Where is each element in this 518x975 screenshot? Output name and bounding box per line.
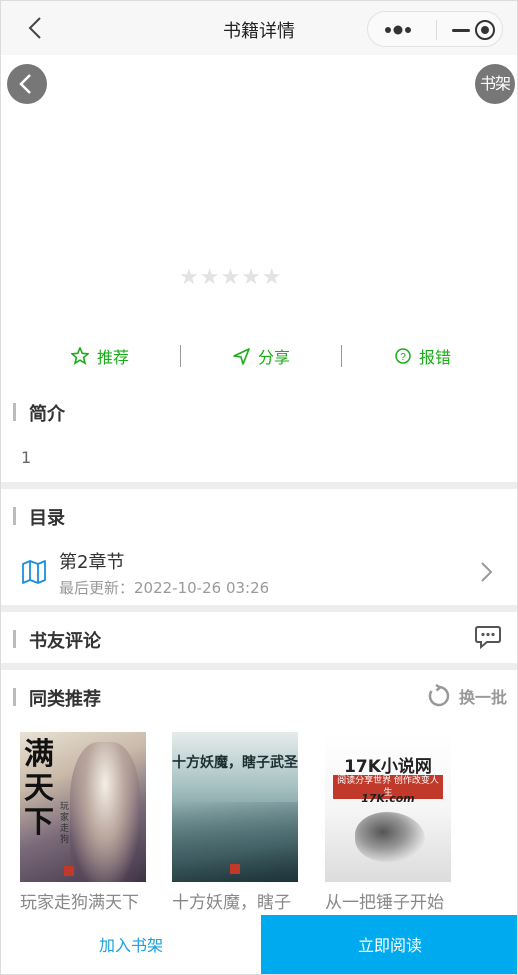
help-circle-icon: ? [395, 348, 411, 364]
bottom-bar: 加入书架 立即阅读 [1, 915, 517, 974]
cover-fish-illustration [355, 812, 425, 862]
mini-program-capsule [367, 11, 503, 47]
action-divider [341, 345, 342, 367]
intro-text: 1 [21, 448, 32, 467]
map-icon [22, 560, 46, 584]
share-button[interactable]: 分享 [233, 341, 290, 371]
bookshelf-button[interactable]: 书架 [475, 64, 515, 104]
floating-back-button[interactable] [7, 64, 47, 104]
refresh-batch-button[interactable]: 换一批 [427, 684, 507, 708]
last-updated: 最后更新：2022-10-26 03:26 [59, 579, 270, 597]
cover-figure [70, 742, 140, 882]
star-icon [71, 347, 89, 365]
book-title: 玩家走狗满天下 [20, 893, 139, 913]
app-frame: 书籍详情 书架 ★★★★★ 推荐 分享 ? 报错 简介 1 目录 第2章节 最后… [0, 0, 518, 975]
catalog-title: 目录 [13, 504, 65, 530]
cover-stamp [64, 866, 74, 876]
action-divider [180, 345, 181, 367]
book-card[interactable]: 十方妖魔，瞎子武圣 十方妖魔，瞎子 [172, 732, 298, 913]
chevron-right-icon [481, 562, 493, 582]
comment-icon[interactable] [475, 625, 501, 649]
refresh-label: 换一批 [459, 688, 508, 707]
add-to-shelf-button[interactable]: 加入书架 [1, 915, 261, 974]
cover-title-text: 十方妖魔，瞎子武圣 [172, 755, 298, 771]
book-cover: 满天下 玩家走狗 [20, 732, 146, 882]
report-button[interactable]: ? 报错 [395, 341, 451, 371]
comments-title: 书友评论 [13, 627, 101, 653]
title-bar: 书籍详情 [1, 1, 517, 55]
action-row: 推荐 分享 ? 报错 [1, 341, 517, 371]
minimize-icon[interactable] [452, 29, 470, 32]
chapter-name: 第2章节 [59, 552, 125, 573]
report-label: 报错 [419, 348, 452, 367]
book-title: 从一把锤子开始 [325, 893, 444, 913]
capsule-divider [436, 20, 437, 40]
recommend-label: 推荐 [97, 348, 130, 367]
catalog-latest-chapter[interactable]: 第2章节 最后更新：2022-10-26 03:26 [1, 541, 517, 605]
rating-stars[interactable]: ★★★★★ [179, 265, 283, 290]
intro-title: 简介 [13, 400, 65, 426]
similar-title: 同类推荐 [13, 685, 101, 711]
svg-text:?: ? [400, 352, 406, 363]
book-card[interactable]: 满天下 玩家走狗 玩家走狗满天下 [20, 732, 146, 913]
refresh-icon [428, 684, 450, 707]
book-card[interactable]: 17K小说网 阅读分享世界 创作改变人生 17K.com 从一把锤子开始 [325, 732, 451, 913]
book-title: 十方妖魔，瞎子 [172, 893, 291, 913]
book-cover: 十方妖魔，瞎子武圣 [172, 732, 298, 882]
share-label: 分享 [258, 348, 291, 367]
section-divider [1, 605, 517, 612]
send-icon [233, 347, 250, 365]
chevron-left-icon [19, 74, 31, 94]
read-now-button[interactable]: 立即阅读 [261, 915, 517, 974]
cover-logo-text: 17K小说网 [344, 757, 432, 777]
cover-title-text: 满天下 [24, 737, 54, 840]
close-target-icon[interactable] [474, 19, 496, 41]
cover-mark: 17K.com [361, 792, 415, 805]
book-cover: 17K小说网 阅读分享世界 创作改变人生 17K.com [325, 732, 451, 882]
more-dots-icon[interactable] [382, 22, 422, 38]
recommend-button[interactable]: 推荐 [71, 341, 129, 371]
cover-subtitle-text: 玩家走狗 [60, 802, 70, 845]
section-divider [1, 663, 517, 670]
section-divider [1, 482, 517, 489]
cover-stamp [230, 864, 240, 874]
